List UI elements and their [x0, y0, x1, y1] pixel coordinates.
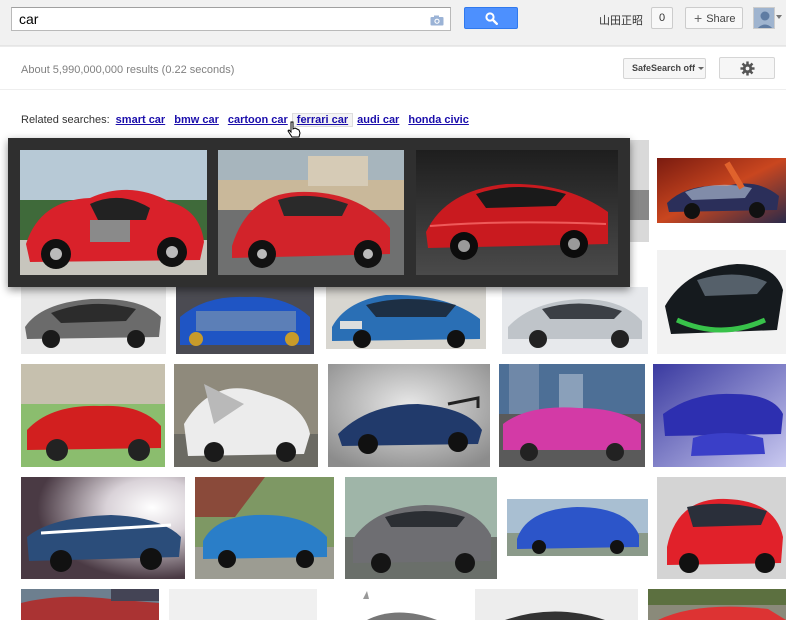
image-result[interactable]: [502, 287, 648, 354]
image-result[interactable]: [174, 364, 318, 467]
share-button[interactable]: + Share: [685, 7, 743, 29]
user-name[interactable]: 山田正昭: [599, 12, 643, 28]
image-result[interactable]: [507, 499, 648, 556]
related-link-honda-civic[interactable]: honda civic: [408, 114, 469, 126]
preview-image[interactable]: [218, 150, 404, 275]
top-bar: 山田正昭 0 +Share: [0, 0, 786, 46]
image-result[interactable]: [657, 477, 786, 579]
related-label: Related searches:: [21, 114, 110, 126]
divider: [0, 46, 786, 47]
page: 山田正昭 0 +Share About 5,990,000,000 result…: [0, 0, 786, 620]
related-link-audi-car[interactable]: audi car: [357, 114, 399, 126]
related-link-smart-car[interactable]: smart car: [116, 114, 166, 126]
image-result[interactable]: [499, 364, 645, 467]
image-result[interactable]: [657, 158, 786, 223]
avatar[interactable]: [753, 7, 775, 29]
preview-image[interactable]: [416, 150, 618, 275]
image-result[interactable]: [326, 287, 486, 349]
related-preview-popup[interactable]: [8, 138, 630, 287]
search-box[interactable]: [11, 7, 451, 31]
share-label: Share: [706, 13, 736, 25]
related-searches: Related searches: smart car bmw car cartoon…: [21, 113, 478, 127]
safesearch-label: SafeSearch off: [632, 63, 696, 73]
gear-icon: [740, 61, 755, 76]
image-result[interactable]: [21, 589, 159, 620]
image-result[interactable]: [328, 364, 490, 467]
image-result[interactable]: [195, 477, 334, 579]
settings-button[interactable]: [719, 57, 775, 79]
divider: [0, 89, 786, 90]
chevron-down-icon: [698, 67, 705, 70]
plus-icon: +: [694, 10, 703, 26]
preview-image[interactable]: [20, 150, 207, 275]
safesearch-dropdown[interactable]: SafeSearch off: [623, 58, 706, 79]
image-result[interactable]: [176, 287, 314, 354]
image-result[interactable]: [653, 364, 786, 467]
search-icon: [485, 12, 498, 25]
image-result[interactable]: [475, 589, 638, 620]
result-stats: About 5,990,000,000 results (0.22 second…: [21, 64, 235, 76]
search-button[interactable]: [464, 7, 518, 29]
image-result[interactable]: [21, 477, 185, 579]
notification-count[interactable]: 0: [651, 7, 673, 29]
image-result[interactable]: [345, 477, 497, 579]
hand-cursor-icon: [287, 121, 301, 138]
camera-icon[interactable]: [430, 14, 444, 26]
chevron-down-icon[interactable]: [776, 15, 782, 19]
search-input[interactable]: [19, 10, 419, 28]
image-result[interactable]: [648, 589, 786, 620]
related-link-bmw-car[interactable]: bmw car: [174, 114, 219, 126]
image-result[interactable]: [327, 589, 465, 620]
image-result[interactable]: [629, 140, 649, 242]
image-result[interactable]: [21, 364, 165, 467]
related-link-cartoon-car[interactable]: cartoon car: [228, 114, 288, 126]
image-result[interactable]: [657, 250, 786, 354]
image-result[interactable]: [169, 589, 317, 620]
image-result[interactable]: [21, 287, 166, 354]
